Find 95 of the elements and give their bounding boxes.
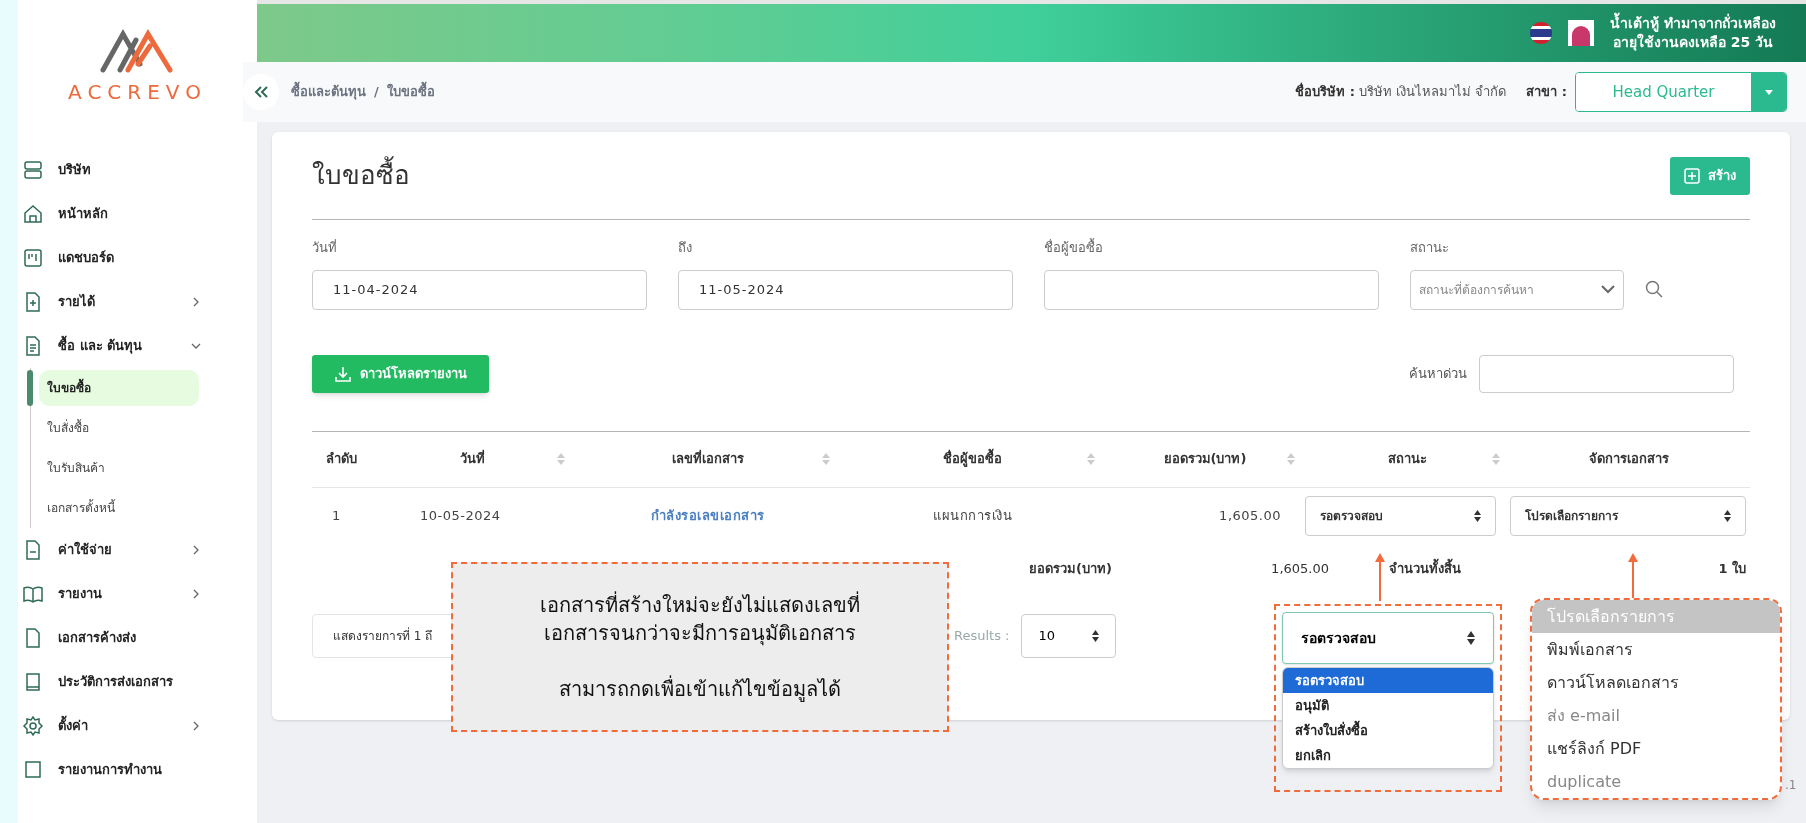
quick-search-label: ค้นหาด่วน bbox=[1409, 364, 1467, 383]
results-label: Results : bbox=[954, 626, 1010, 645]
chevron-down-icon bbox=[1601, 285, 1615, 294]
chevron-down-icon bbox=[191, 341, 201, 351]
plus-icon bbox=[1684, 167, 1700, 184]
sidebar-item[interactable]: ซื้อ และ ต้นทุน bbox=[18, 324, 257, 368]
updown-arrows-icon bbox=[1092, 629, 1100, 642]
breadcrumb-separator: / bbox=[374, 83, 379, 102]
sidebar-item[interactable]: ตั้งค่า bbox=[18, 704, 257, 748]
column-header[interactable]: ลำดับ bbox=[312, 449, 370, 469]
chevron-right-icon bbox=[191, 589, 201, 599]
action-option[interactable]: แชร์ลิงก์ PDF bbox=[1532, 732, 1780, 765]
column-header[interactable]: เลขที่เอกสาร bbox=[575, 449, 840, 469]
filter-label: สถานะ bbox=[1410, 239, 1450, 257]
version-text: .1 bbox=[1785, 777, 1797, 794]
column-header[interactable]: ยอดรวม(บาท) bbox=[1105, 449, 1305, 469]
page-icon bbox=[22, 759, 44, 781]
status-select[interactable]: รอตรวจสอบ bbox=[1305, 495, 1496, 536]
sidebar-subitem[interactable]: ใบสั่งซื้อ bbox=[39, 410, 199, 446]
arrow bbox=[1374, 553, 1386, 601]
status-option[interactable]: สร้างใบสั่งซื้อ bbox=[1283, 718, 1493, 743]
breadcrumb-link[interactable]: ซื้อและต้นทุน bbox=[291, 82, 366, 102]
user-name: น้ำเต้าหู้ ทำมาจากถั่วเหลือง bbox=[1610, 14, 1776, 33]
logo-text: ACCREVO bbox=[68, 79, 207, 106]
filter-label: วันที่ bbox=[312, 238, 338, 257]
sidebar-item[interactable]: เอกสารค้างส่ง bbox=[18, 616, 257, 660]
updown-arrows-icon bbox=[1724, 509, 1731, 522]
quick-search-field[interactable] bbox=[1479, 354, 1734, 393]
total-amount: 1,605.00 bbox=[1270, 559, 1329, 578]
search-icon[interactable] bbox=[1645, 279, 1663, 298]
name-field[interactable] bbox=[1044, 269, 1379, 310]
sidebar-item[interactable]: รายงาน bbox=[18, 572, 257, 616]
page-size-select[interactable]: 10 bbox=[1021, 613, 1117, 658]
column-header[interactable]: วันที่ bbox=[370, 449, 575, 469]
column-header[interactable]: สถานะ bbox=[1305, 449, 1510, 469]
chevrons-left-icon bbox=[253, 85, 269, 99]
sidebar-item[interactable]: แดชบอร์ด bbox=[18, 236, 257, 280]
sidebar-item[interactable]: รายได้ bbox=[18, 280, 257, 324]
caret-icon bbox=[1751, 73, 1786, 111]
column-header[interactable]: ชื่อผู้ขอซื้อ bbox=[840, 449, 1105, 469]
date-field[interactable]: 11-04-2024 bbox=[312, 269, 647, 310]
document-action-select[interactable]: โปรดเลือกรายการ bbox=[1510, 495, 1746, 536]
home-icon bbox=[22, 203, 44, 225]
sidebar-item[interactable]: หน้าหลัก bbox=[18, 192, 257, 236]
sort-icon[interactable] bbox=[1087, 453, 1095, 465]
status-option[interactable]: ยกเลิก bbox=[1283, 743, 1493, 768]
sidebar-subitem[interactable]: เอกสารตั้งหนี้ bbox=[39, 490, 199, 526]
branch-label: สาขา : bbox=[1526, 83, 1567, 102]
download-icon bbox=[334, 364, 352, 383]
updown-arrows-icon bbox=[1474, 509, 1481, 522]
table-cell-text: แผนกการเงิน bbox=[933, 506, 1012, 525]
sidebar-item[interactable]: ประวัติการส่งเอกสาร bbox=[18, 660, 257, 704]
subscription-text: อายุใช้งานคงเหลือ 25 วัน bbox=[1612, 33, 1774, 52]
board-icon bbox=[22, 247, 44, 269]
status-option[interactable]: อนุมัติ bbox=[1283, 693, 1493, 718]
status-select[interactable]: รอตรวจสอบ bbox=[1282, 612, 1494, 664]
date-field[interactable]: 11-05-2024 bbox=[678, 269, 1013, 310]
thai-flag-icon bbox=[1530, 22, 1553, 44]
total-label: ยอดรวม(บาท) bbox=[1029, 559, 1113, 578]
action-option[interactable]: พิมพ์เอกสาร bbox=[1532, 633, 1780, 666]
collapse-button[interactable] bbox=[243, 74, 279, 110]
sidebar-subitem[interactable]: ใบขอซื้อ bbox=[39, 370, 199, 406]
updown-arrows-icon bbox=[1467, 631, 1475, 645]
server-icon bbox=[22, 159, 44, 181]
document-count: 1 ใบ bbox=[1718, 559, 1746, 578]
sort-icon[interactable] bbox=[1492, 453, 1500, 465]
status-filter-select[interactable]: สถานะที่ต้องการค้นหา bbox=[1410, 269, 1624, 310]
table-cell-text: 1,605.00 bbox=[1219, 506, 1281, 525]
table-cell-text: 1 bbox=[332, 506, 341, 525]
chevron-right-icon bbox=[191, 297, 201, 307]
filter-label: ถึง bbox=[678, 239, 693, 257]
chevron-right-icon bbox=[191, 721, 201, 731]
sidebar-item[interactable]: บริษัท bbox=[18, 148, 257, 192]
sidebar-item[interactable]: รายงานการทำงาน bbox=[18, 748, 257, 792]
sort-icon[interactable] bbox=[1287, 453, 1295, 465]
breadcrumb-link[interactable]: ใบขอซื้อ bbox=[386, 82, 435, 102]
sort-icon[interactable] bbox=[822, 453, 830, 465]
company-name: บริษัท เงินไหลมาไม่ จำกัด bbox=[1359, 83, 1507, 102]
book-icon bbox=[22, 583, 44, 605]
action-option[interactable]: ดาวน์โหลดเอกสาร bbox=[1532, 666, 1780, 699]
page-title: ใบขอซื้อ bbox=[312, 156, 410, 195]
count-label: จำนวนทั้งสิ้น bbox=[1389, 558, 1461, 578]
document-number-link[interactable]: กำลังรอเลขเอกสาร bbox=[650, 505, 765, 526]
filter-label: ชื่อผู้ขอซื้อ bbox=[1044, 238, 1104, 258]
sidebar-subitem[interactable]: ใบรับสินค้า bbox=[39, 450, 199, 486]
avatar-icon bbox=[1568, 20, 1595, 46]
company-label: ชื่อบริษัท : bbox=[1295, 82, 1355, 102]
sort-icon[interactable] bbox=[557, 453, 565, 465]
settings-icon bbox=[22, 715, 44, 737]
sidebar-item[interactable]: ค่าใช้จ่าย bbox=[18, 528, 257, 572]
note-text: สามารถกดเพื่อเข้าแก้ไขข้อมูลได้ bbox=[559, 675, 841, 703]
column-header[interactable]: จัดการเอกสาร bbox=[1510, 449, 1747, 469]
table-cell-text: 10-05-2024 bbox=[420, 506, 501, 525]
chevron-right-icon bbox=[191, 545, 201, 555]
status-option[interactable]: รอตรวจสอบ bbox=[1283, 668, 1493, 693]
